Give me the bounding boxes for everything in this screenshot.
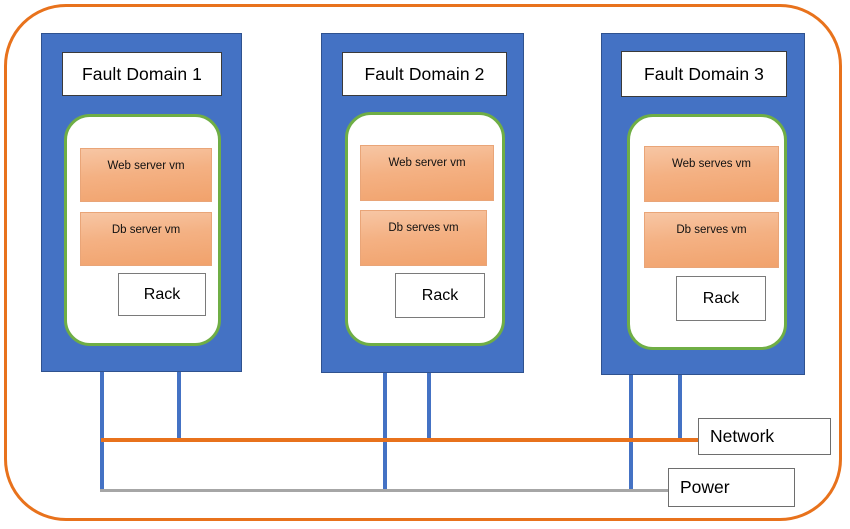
fault-domain-2-host: Web server vm Db serves vm Rack [345,112,505,346]
fault-domain-1-title: Fault Domain 1 [62,52,222,96]
power-label-box: Power [668,468,795,507]
fault-domain-2-vm-web: Web server vm [360,145,494,201]
fault-domain-2-power-riser [383,373,387,491]
fault-domain-3-power-riser [629,375,633,491]
fault-domain-3-rack: Rack [676,276,766,321]
fault-domain-3-card: Fault Domain 3 Web serves vm Db serves v… [601,33,805,375]
fault-domain-1-rack: Rack [118,273,206,316]
fault-domain-3-title: Fault Domain 3 [621,51,787,97]
fault-domain-2-vm-db: Db serves vm [360,210,487,266]
fault-domain-3-vm-db: Db serves vm [644,212,779,268]
fault-domain-1-host: Web server vm Db server vm Rack [64,114,221,346]
network-label-box: Network [698,418,831,455]
fault-domain-2-title: Fault Domain 2 [342,52,507,96]
fault-domain-1-network-riser [177,372,181,442]
fault-domain-3-network-riser [678,375,682,442]
fault-domain-1-card: Fault Domain 1 Web server vm Db server v… [41,33,242,372]
fault-domain-2-network-riser [427,373,431,442]
fault-domain-1-power-riser [100,372,104,490]
network-bus-line [101,438,698,442]
fault-domain-1-vm-web: Web server vm [80,148,212,202]
fault-domain-3-vm-web: Web serves vm [644,146,779,202]
fault-domain-2-card: Fault Domain 2 Web server vm Db serves v… [321,33,524,373]
fault-domain-2-rack: Rack [395,273,485,318]
fault-domain-3-host: Web serves vm Db serves vm Rack [627,114,787,350]
fault-domain-1-vm-db: Db server vm [80,212,212,266]
power-bus-line [100,489,670,492]
diagram-canvas: Fault Domain 1 Web server vm Db server v… [0,0,850,529]
